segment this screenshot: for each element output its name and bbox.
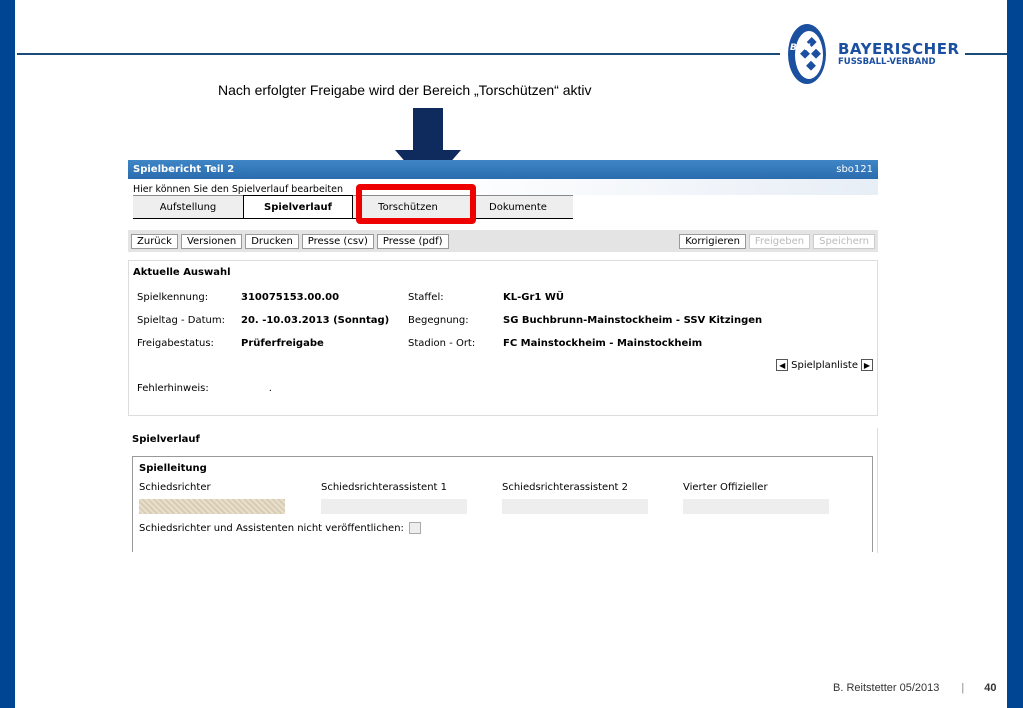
app-subtitle: Hier können Sie den Spielverlauf bearbei… bbox=[128, 179, 878, 195]
korrigieren-button[interactable]: Korrigieren bbox=[679, 233, 746, 249]
spielplanliste-nav: ◀ Spielplanliste ▶ bbox=[133, 359, 873, 371]
slide-caption: Nach erfolgter Freigabe wird der Bereich… bbox=[218, 82, 592, 98]
schiedsrichter-field[interactable] bbox=[139, 499, 285, 514]
presse-pdf-button[interactable]: Presse (pdf) bbox=[376, 233, 449, 249]
vierter-offizieller-label: Vierter Offizieller bbox=[683, 482, 768, 493]
page-number: 40 bbox=[984, 682, 997, 694]
fehler-value: . bbox=[268, 383, 272, 394]
left-brand-bar bbox=[0, 0, 15, 708]
spielplanliste-link[interactable]: Spielplanliste bbox=[791, 360, 858, 371]
field-value: Prüferfreigabe bbox=[241, 338, 324, 349]
header-divider bbox=[17, 53, 780, 55]
auswahl-heading: Aktuelle Auswahl bbox=[133, 267, 231, 278]
right-brand-bar bbox=[1007, 0, 1023, 708]
vierter-offizieller-field[interactable] bbox=[683, 499, 829, 514]
assistent1-label: Schiedsrichterassistent 1 bbox=[321, 482, 447, 493]
assistent1-field[interactable] bbox=[321, 499, 467, 514]
tab-dokumente[interactable]: Dokumente bbox=[463, 195, 573, 218]
header-divider-right bbox=[965, 53, 1007, 55]
app-title: Spielbericht Teil 2 bbox=[133, 164, 235, 175]
field-label: Begegnung: bbox=[408, 315, 469, 326]
assistent2-field[interactable] bbox=[502, 499, 648, 514]
field-label: Staffel: bbox=[408, 292, 444, 303]
logo-line2: FUSSBALL-VERBAND bbox=[838, 56, 936, 67]
logo-line1: BAYERISCHER bbox=[838, 39, 960, 58]
drucken-button[interactable]: Drucken bbox=[245, 233, 299, 249]
fehler-label: Fehlerhinweis: bbox=[137, 383, 209, 394]
spielverlauf-panel: Spielverlauf Spielleitung Schiedsrichter… bbox=[128, 428, 878, 553]
app-code: sbo121 bbox=[836, 164, 873, 175]
spielleitung-box: Spielleitung Schiedsrichter Schiedsricht… bbox=[132, 456, 873, 552]
speichern-button: Speichern bbox=[813, 233, 875, 249]
footer-separator: | bbox=[961, 682, 965, 694]
presse-csv-button[interactable]: Presse (csv) bbox=[301, 233, 374, 249]
assistent2-label: Schiedsrichterassistent 2 bbox=[502, 482, 628, 493]
footer-author-date: B. Reitstetter 05/2013 bbox=[833, 682, 940, 694]
spielverlauf-heading: Spielverlauf bbox=[132, 434, 200, 445]
spielleitung-heading: Spielleitung bbox=[139, 463, 207, 474]
tab-spielverlauf[interactable]: Spielverlauf bbox=[243, 195, 353, 218]
field-value: 20. -10.03.2013 (Sonntag) bbox=[241, 315, 390, 326]
tab-bar: Aufstellung Spielverlauf Torschützen Dok… bbox=[133, 195, 573, 219]
highlight-box bbox=[356, 184, 476, 224]
nicht-veroeffentlichen-label: Schiedsrichter und Assistenten nicht ver… bbox=[139, 522, 404, 534]
field-value: 310075153.00.00 bbox=[241, 292, 340, 303]
aktuelle-auswahl-panel: Aktuelle Auswahl Spielkennung: 310075153.… bbox=[128, 260, 878, 416]
field-label: Spieltag - Datum: bbox=[137, 315, 225, 326]
app-titlebar: Spielbericht Teil 2 sbo121 bbox=[128, 160, 878, 179]
bfv-emblem-icon: BFV bbox=[788, 24, 826, 84]
freigeben-button: Freigeben bbox=[748, 233, 811, 249]
field-value: FC Mainstockheim - Mainstockheim bbox=[503, 338, 703, 349]
toolbar: Zurück Versionen Drucken Presse (csv) Pr… bbox=[128, 230, 878, 252]
zurueck-button[interactable]: Zurück bbox=[131, 233, 178, 249]
bfv-logo: BFV BAYERISCHER FUSSBALL-VERBAND bbox=[786, 22, 960, 86]
field-value: KL-Gr1 WÜ bbox=[503, 292, 565, 303]
nicht-veroeffentlichen-checkbox[interactable] bbox=[408, 522, 421, 534]
field-value: SG Buchbrunn-Mainstockheim - SSV Kitzing… bbox=[503, 315, 763, 326]
slide-footer: B. Reitstetter 05/2013 | 40 bbox=[833, 682, 997, 694]
versionen-button[interactable]: Versionen bbox=[180, 233, 243, 249]
schiedsrichter-label: Schiedsrichter bbox=[139, 482, 211, 493]
prev-icon[interactable]: ◀ bbox=[776, 359, 789, 371]
field-label: Freigabestatus: bbox=[137, 338, 214, 349]
tab-aufstellung[interactable]: Aufstellung bbox=[133, 195, 243, 218]
app-screenshot: Spielbericht Teil 2 sbo121 Hier können Si… bbox=[128, 160, 878, 556]
next-icon[interactable]: ▶ bbox=[861, 359, 873, 371]
field-label: Spielkennung: bbox=[137, 292, 209, 303]
svg-text:BFV: BFV bbox=[790, 43, 811, 53]
field-label: Stadion - Ort: bbox=[408, 338, 476, 349]
